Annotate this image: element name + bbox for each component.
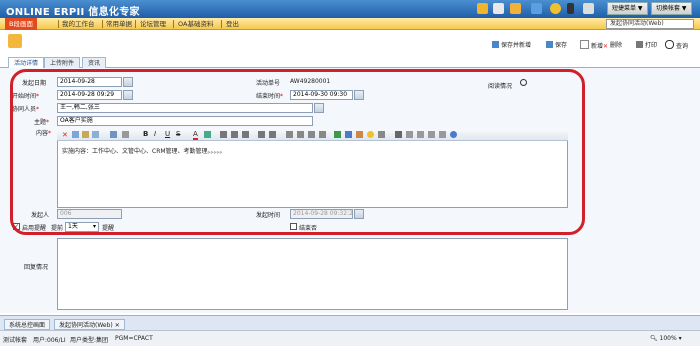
bottom-tabs: 系统总控画面 发起协同活动(Web) ✕ (0, 315, 700, 330)
reply-area[interactable] (57, 238, 568, 310)
tab-system-control[interactable]: 系统总控画面 (4, 319, 51, 330)
tab-launch-activity-label: 发起协同活动(Web) (59, 322, 113, 329)
zoom-value: 100% (659, 335, 677, 342)
new-button[interactable]: 新增 (580, 40, 603, 50)
phone-icon[interactable] (567, 3, 574, 14)
status-pgm: PGM=CPACT (115, 335, 153, 342)
query-button[interactable]: 查询 (665, 40, 688, 50)
menu-item-common-docs[interactable]: 常用单据 (106, 18, 132, 30)
print-button[interactable]: 打印 (636, 40, 657, 49)
close-icon[interactable]: ✕ (115, 322, 120, 329)
menu-item-logout[interactable]: 登出 (226, 18, 239, 30)
tab-launch-activity[interactable]: 发起协同活动(Web) ✕ (54, 319, 125, 330)
save-button[interactable]: 保存 (546, 40, 567, 49)
menu-divider (102, 20, 103, 28)
menu-item-workbench[interactable]: 我的工作台 (62, 18, 95, 30)
module-select[interactable]: 发起协同活动(Web) (606, 19, 694, 29)
highlight-outline (10, 69, 585, 235)
delete-button[interactable]: ✕ 删除 (603, 40, 622, 50)
menu-divider (58, 20, 59, 28)
help-icon[interactable] (550, 3, 561, 14)
window-icon[interactable] (583, 3, 594, 14)
new-doc-icon (580, 40, 589, 49)
tab-news[interactable]: 资讯 (82, 57, 107, 68)
mail-icon[interactable] (493, 3, 504, 14)
save-icon (492, 41, 499, 48)
zoom-icon: 🔍︎ (650, 335, 658, 342)
refresh-icon[interactable] (477, 3, 488, 14)
save-icon (546, 41, 553, 48)
delete-label: 删除 (610, 42, 623, 49)
switch-account-button[interactable]: 切换帐套 ▼ (651, 2, 692, 15)
folder-icon (8, 34, 22, 48)
reply-label: 回复情况 (24, 264, 49, 271)
menu-bar: B段画面 我的工作台 常用单据 论坛管理 OA基础资料 登出 发起协同活动(We… (0, 18, 700, 30)
status-test: 测试帐套 (3, 337, 28, 344)
query-label: 查询 (676, 43, 689, 50)
notice-icon[interactable] (510, 3, 521, 14)
status-user: 用户:006/LI (33, 337, 66, 344)
status-user-type: 用户类型:集团 (70, 337, 109, 344)
app-logo: ONLINE ERPII 信息化专家 (6, 7, 140, 18)
tab-upload-attachment[interactable]: 上传附件 (44, 57, 81, 68)
search-icon (665, 40, 674, 49)
toolbar: 保存并新增 保存 新增 ✕ 删除 打印 查询 (0, 31, 700, 55)
delete-icon: ✕ (603, 43, 609, 50)
menu-item-b-screen[interactable]: B段画面 (5, 18, 37, 30)
print-icon (636, 41, 643, 48)
menu-item-forum[interactable]: 论坛管理 (140, 18, 166, 30)
title-bar: ONLINE ERPII 信息化专家 短捷菜单 ▼ 切换帐套 ▼ (0, 0, 700, 18)
user-icon[interactable] (531, 3, 542, 14)
shortcut-menu-button[interactable]: 短捷菜单 ▼ (607, 2, 648, 15)
save-label: 保存 (555, 42, 568, 49)
zoom-level[interactable]: 🔍︎ 100% ▾ (650, 335, 682, 342)
save-new-label: 保存并新增 (501, 42, 532, 49)
menu-divider (173, 20, 174, 28)
menu-item-oa-basic[interactable]: OA基础资料 (178, 18, 213, 30)
status-bar: 测试帐套 用户:006/LI 用户类型:集团 PGM=CPACT 🔍︎ 100%… (0, 330, 700, 346)
menu-divider (221, 20, 222, 28)
print-label: 打印 (645, 42, 658, 49)
menu-divider (135, 20, 136, 28)
save-new-button[interactable]: 保存并新增 (492, 40, 531, 49)
tab-activity-detail[interactable]: 活动详情 (8, 57, 45, 68)
detail-tabs: 活动详情 上传附件 资讯 (0, 56, 700, 68)
new-label: 新增 (591, 43, 604, 50)
